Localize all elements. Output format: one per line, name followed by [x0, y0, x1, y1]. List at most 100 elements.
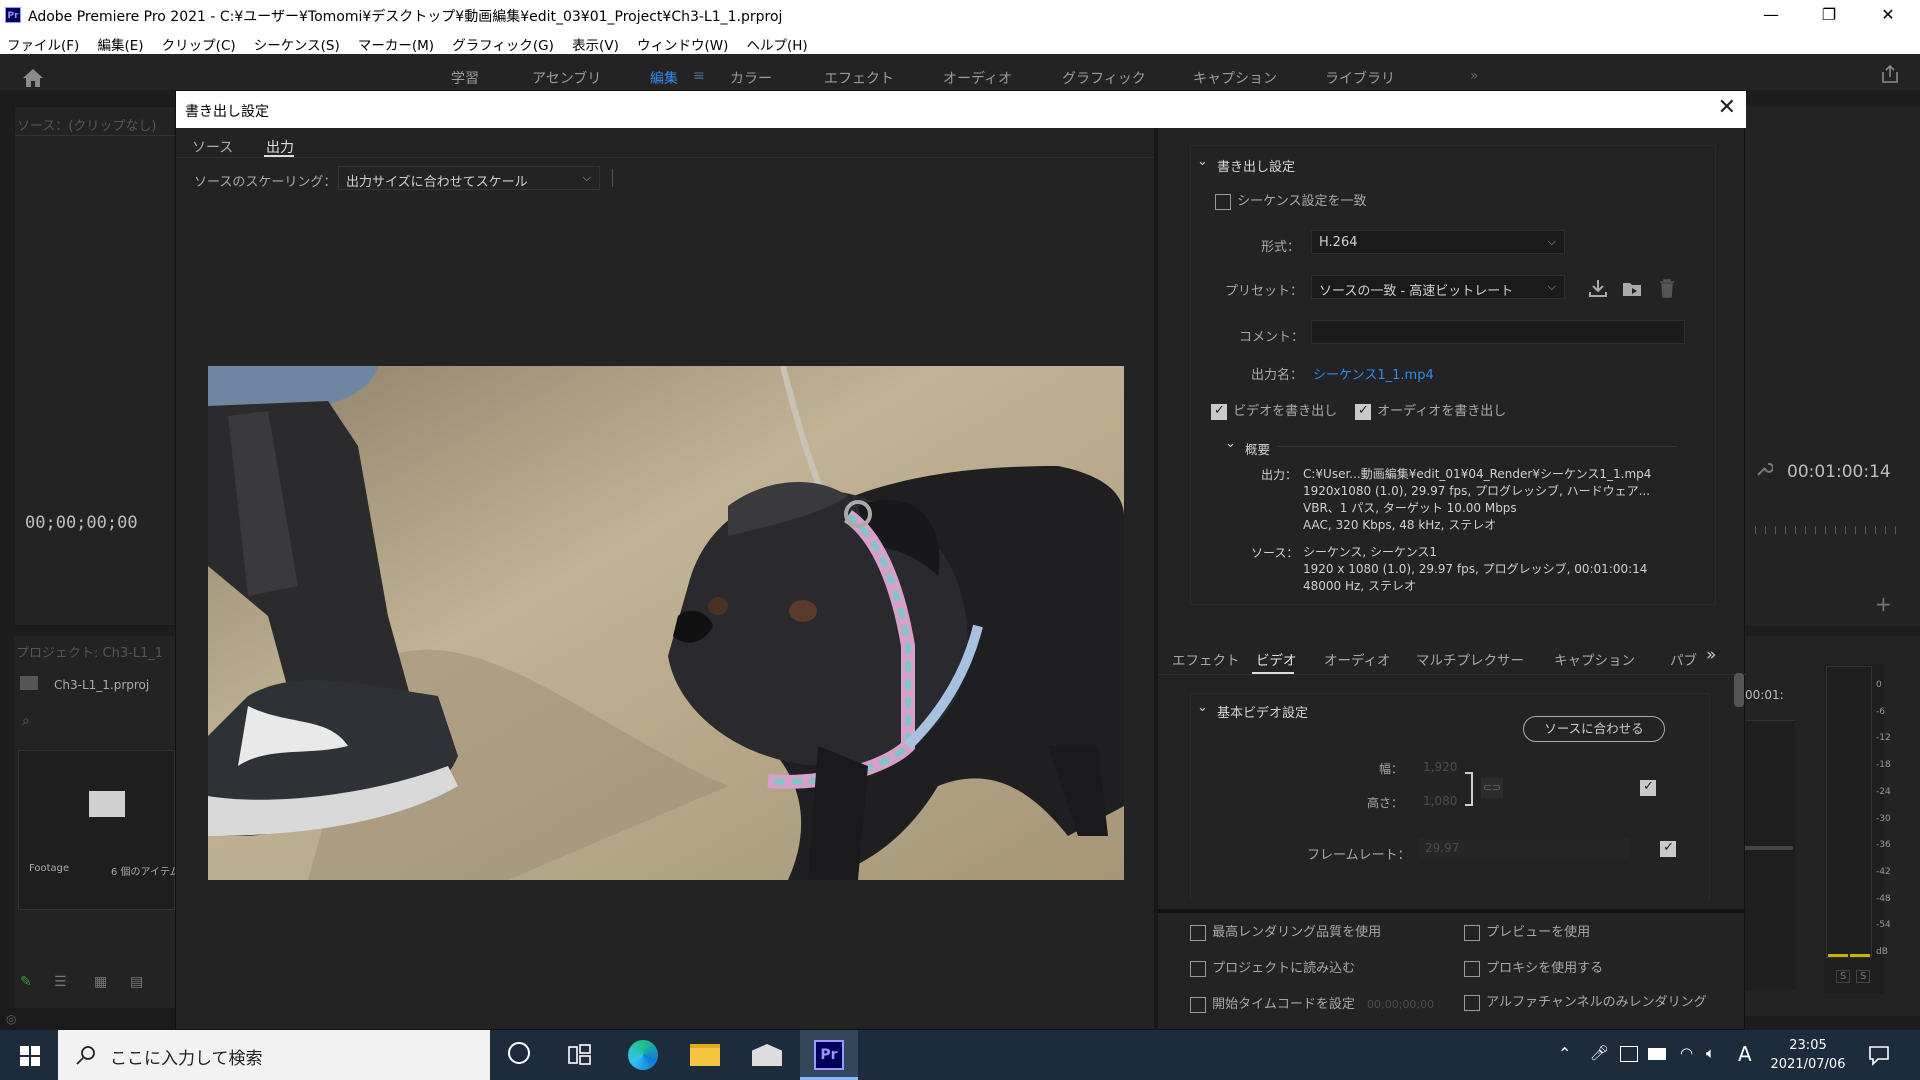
menu-window[interactable]: ウィンドウ(W): [630, 30, 735, 54]
microphone-icon[interactable]: 🎤︎: [1590, 1044, 1609, 1062]
tab-output[interactable]: 出力: [266, 137, 294, 157]
format-dropdown[interactable]: H.264 ⌵: [1311, 230, 1565, 254]
workspace-overflow-icon[interactable]: »: [1470, 68, 1479, 84]
taskbar-search-box[interactable]: ここに入力して検索: [58, 1030, 490, 1080]
match-source-button[interactable]: ソースに合わせる: [1523, 716, 1665, 742]
settings-scrollbar[interactable]: [1734, 673, 1744, 707]
import-into-project-row[interactable]: プロジェクトに読み込む: [1190, 957, 1355, 977]
export-audio-checkbox-row[interactable]: オーディオを書き出し: [1355, 400, 1506, 420]
camera-icon[interactable]: [1620, 1046, 1638, 1062]
menu-view[interactable]: 表示(V): [565, 30, 626, 54]
height-value[interactable]: 1,080: [1423, 794, 1457, 808]
minimize-button[interactable]: —: [1743, 0, 1799, 30]
wrench-icon[interactable]: [1755, 460, 1773, 478]
workspace-effects[interactable]: エフェクト: [824, 68, 894, 88]
collapse-chevron-icon[interactable]: ⌄: [1197, 154, 1208, 169]
tab-audio[interactable]: オーディオ: [1324, 649, 1391, 669]
tab-effects[interactable]: エフェクト: [1172, 649, 1240, 669]
save-preset-icon[interactable]: [1587, 278, 1609, 298]
task-view-icon[interactable]: [568, 1044, 592, 1066]
icon-view-icon[interactable]: ▦: [94, 974, 107, 990]
taskbar-clock[interactable]: 23:05 2021/07/06: [1768, 1036, 1848, 1074]
source-scaling-dropdown[interactable]: 出力サイズに合わせてスケール ⌵: [338, 166, 600, 190]
workspace-editing[interactable]: 編集: [650, 68, 678, 88]
premiere-taskbar-button[interactable]: Pr: [800, 1030, 858, 1080]
width-height-checkbox[interactable]: [1640, 779, 1656, 796]
menu-sequence[interactable]: シーケンス(S): [247, 30, 347, 54]
workspace-learning[interactable]: 学習: [451, 68, 479, 88]
tab-source[interactable]: ソース: [192, 137, 233, 157]
match-sequence-checkbox[interactable]: [1215, 193, 1231, 210]
battery-icon[interactable]: [1648, 1048, 1666, 1060]
export-audio-checkbox[interactable]: [1355, 403, 1371, 420]
delete-preset-icon[interactable]: [1657, 278, 1677, 298]
start-timecode-value[interactable]: 00;00;00;00: [1367, 998, 1434, 1011]
tab-video[interactable]: ビデオ: [1256, 649, 1297, 669]
comment-input[interactable]: [1311, 320, 1685, 344]
tab-captions[interactable]: キャプション: [1554, 649, 1635, 669]
use-previews-checkbox[interactable]: [1464, 924, 1480, 941]
menu-help[interactable]: ヘルプ(H): [740, 30, 815, 54]
workspace-assembly[interactable]: アセンブリ: [532, 68, 601, 88]
import-preset-icon[interactable]: [1621, 278, 1643, 298]
render-alpha-row[interactable]: アルファチャンネルのみレンダリング: [1464, 991, 1707, 1011]
source-timecode[interactable]: 00;00;00;00: [25, 513, 138, 533]
meter-solo-right[interactable]: S: [1856, 970, 1871, 983]
summary-chevron-icon[interactable]: ⌄: [1225, 436, 1236, 451]
dialog-close-icon[interactable]: ✕: [1718, 95, 1736, 120]
close-window-button[interactable]: ✕: [1860, 0, 1916, 30]
home-icon[interactable]: [22, 68, 44, 88]
edge-icon[interactable]: [628, 1040, 658, 1070]
restore-button[interactable]: ❐: [1801, 0, 1857, 30]
mail-icon[interactable]: [752, 1044, 782, 1066]
workspace-graphics[interactable]: グラフィック: [1062, 68, 1146, 88]
workspace-menu-icon[interactable]: ≡: [693, 68, 705, 84]
use-previews-row[interactable]: プレビューを使用: [1464, 921, 1590, 941]
match-sequence-checkbox-row[interactable]: シーケンス設定を一致: [1215, 190, 1367, 210]
use-proxies-checkbox[interactable]: [1464, 960, 1480, 977]
framerate-dropdown[interactable]: 29.97: [1419, 838, 1629, 860]
program-timecode[interactable]: 00:01:00:14: [1787, 462, 1891, 482]
wifi-icon[interactable]: ◠: [1680, 1044, 1693, 1062]
preset-dropdown[interactable]: ソースの一致 - 高速ビットレート ⌵: [1311, 275, 1565, 299]
menu-marker[interactable]: マーカー(M): [351, 30, 441, 54]
share-icon[interactable]: [1880, 64, 1900, 84]
max-render-quality-row[interactable]: 最高レンダリング品質を使用: [1190, 921, 1381, 941]
file-explorer-icon[interactable]: [690, 1044, 720, 1066]
start-timecode-checkbox[interactable]: [1190, 996, 1206, 1013]
workspace-captions[interactable]: キャプション: [1193, 68, 1277, 88]
menu-edit[interactable]: 編集(E): [90, 30, 150, 54]
workspace-color[interactable]: カラー: [730, 68, 772, 88]
volume-icon[interactable]: 🔈︎: [1706, 1044, 1715, 1062]
output-name-link[interactable]: シーケンス1_1.mp4: [1313, 364, 1434, 383]
windows-start-icon[interactable]: [20, 1046, 40, 1066]
menu-graphics[interactable]: グラフィック(G): [445, 30, 561, 54]
meter-solo-left[interactable]: S: [1836, 970, 1851, 983]
max-render-quality-checkbox[interactable]: [1190, 924, 1206, 941]
export-video-checkbox-row[interactable]: ビデオを書き出し: [1211, 400, 1337, 420]
pencil-icon[interactable]: ✎: [20, 974, 32, 990]
framerate-checkbox[interactable]: [1660, 840, 1677, 857]
start-timecode-row[interactable]: 開始タイムコードを設定 00;00;00;00: [1190, 993, 1434, 1013]
use-proxies-row[interactable]: プロキシを使用する: [1464, 957, 1603, 977]
project-search-icon[interactable]: ⌕: [22, 713, 30, 729]
tray-overflow-icon[interactable]: ⌃: [1558, 1044, 1571, 1063]
menu-file[interactable]: ファイル(F): [0, 30, 86, 54]
ime-indicator[interactable]: A: [1738, 1042, 1752, 1066]
cortana-icon[interactable]: [508, 1042, 530, 1064]
tabs-overflow-icon[interactable]: »: [1706, 645, 1716, 665]
constrain-link-icon[interactable]: ⊂⊃: [1481, 778, 1503, 798]
tab-publish[interactable]: パブ: [1670, 649, 1697, 669]
menu-clip[interactable]: クリップ(C): [155, 30, 243, 54]
import-into-project-checkbox[interactable]: [1190, 960, 1206, 977]
notification-icon[interactable]: [1868, 1044, 1890, 1066]
tab-multiplexer[interactable]: マルチプレクサー: [1416, 649, 1524, 669]
width-value[interactable]: 1,920: [1423, 760, 1457, 774]
export-video-checkbox[interactable]: [1211, 403, 1227, 420]
render-alpha-checkbox[interactable]: [1464, 994, 1480, 1011]
workspace-libraries[interactable]: ライブラリ: [1325, 68, 1395, 88]
workspace-audio[interactable]: オーディオ: [943, 68, 1012, 88]
add-button-icon[interactable]: +: [1875, 592, 1892, 616]
basic-video-chevron-icon[interactable]: ⌄: [1197, 700, 1208, 715]
footage-bin[interactable]: Footage 6 個のアイテム: [18, 750, 180, 910]
